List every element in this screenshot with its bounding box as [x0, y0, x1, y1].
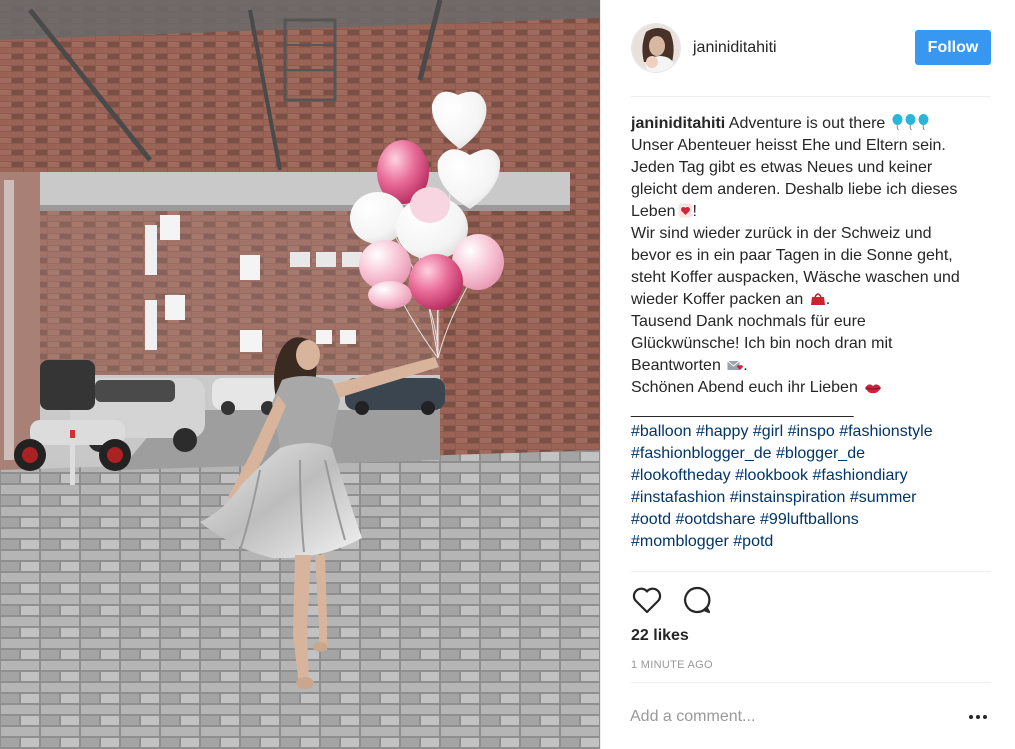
hashtag-link[interactable]: #balloon — [631, 423, 692, 440]
caption-text: steht Koffer auspacken, Wäsche waschen u… — [631, 269, 960, 286]
balloon-emoji-icon — [905, 114, 916, 130]
caption-text: Glückwünsche! Ich bin noch dran mit — [631, 335, 893, 352]
kiss-mark-emoji-icon — [865, 384, 882, 394]
caption: janiniditahiti Adventure is out there Un… — [631, 113, 993, 553]
heart-outline-icon — [632, 587, 662, 614]
caption-text: Wir sind wieder zurück in der Schweiz un… — [631, 225, 932, 242]
ellipsis-icon — [969, 715, 973, 719]
more-options-button[interactable] — [965, 705, 991, 729]
hashtag-link[interactable]: #momblogger — [631, 533, 729, 550]
hashtag-link[interactable]: #happy — [696, 423, 749, 440]
balloon-emoji-icon — [918, 114, 929, 130]
caption-text: Unser Abenteuer heisst Ehe und Eltern se… — [631, 137, 946, 154]
hashtag-link[interactable]: #fashiondiary — [813, 467, 908, 484]
caption-text: bevor es in ein paar Tagen in die Sonne … — [631, 247, 953, 264]
caption-text: Leben — [631, 203, 676, 220]
hashtag-link[interactable]: #summer — [850, 489, 917, 506]
like-button[interactable] — [631, 584, 663, 616]
header-divider — [631, 96, 991, 97]
post-header: janiniditahiti Follow — [631, 22, 991, 74]
hashtag-link[interactable]: #instafashion — [631, 489, 725, 506]
caption-divider — [631, 571, 991, 572]
comment-input[interactable] — [630, 705, 950, 729]
caption-text: Jeden Tag gibt es etwas Neues und keiner — [631, 159, 933, 176]
avatar[interactable] — [631, 23, 681, 73]
comment-divider — [631, 682, 991, 683]
caption-text: wieder Koffer packen an — [631, 291, 804, 308]
caption-text: . — [825, 291, 831, 308]
hashtag-link[interactable]: #99luftballons — [760, 511, 859, 528]
love-letter-emoji-icon — [727, 360, 744, 370]
caption-text: Beantworten — [631, 357, 721, 374]
follow-button[interactable]: Follow — [915, 30, 991, 65]
hashtag-link[interactable]: #inspo — [788, 423, 835, 440]
ellipsis-icon — [983, 715, 987, 719]
post-details-panel: janiniditahiti Follow janiniditahiti Adv… — [600, 0, 1015, 749]
caption-username[interactable]: janiniditahiti — [631, 115, 725, 132]
photo-scene — [0, 0, 600, 749]
post-actions — [631, 584, 731, 616]
caption-separator: _________________________ — [631, 401, 854, 418]
hashtag-link[interactable]: #girl — [753, 423, 783, 440]
post-author-username[interactable]: janiniditahiti — [693, 39, 777, 57]
caption-text: Schönen Abend euch ihr Lieben — [631, 379, 858, 396]
hashtag-link[interactable]: #ootdshare — [676, 511, 756, 528]
comment-button[interactable] — [681, 584, 713, 616]
caption-text: . — [743, 357, 748, 374]
caption-text: Tausend Dank nochmals für eure — [631, 313, 866, 330]
speech-bubble-icon — [684, 586, 711, 614]
balloon-emoji-icon — [892, 114, 903, 130]
hashtag-link[interactable]: #fashionblogger_de — [631, 445, 772, 462]
caption-text: Adventure is out there — [728, 115, 886, 132]
hashtag-link[interactable]: #blogger_de — [776, 445, 865, 462]
hashtag-link[interactable]: #ootd — [631, 511, 671, 528]
hashtag-link[interactable]: #potd — [733, 533, 773, 550]
ellipsis-icon — [976, 715, 980, 719]
hashtag-link[interactable]: #fashionstyle — [839, 423, 932, 440]
handbag-emoji-icon — [810, 293, 825, 305]
post-timestamp: 1 MINUTE AGO — [631, 659, 713, 671]
caption-text: ! — [692, 203, 697, 220]
likes-count[interactable]: 22 likes — [631, 627, 689, 645]
hashtag-link[interactable]: #instainspiration — [730, 489, 846, 506]
hashtag-link[interactable]: #lookbook — [735, 467, 808, 484]
hashtag-link[interactable]: #lookoftheday — [631, 467, 731, 484]
post-photo[interactable] — [0, 0, 600, 749]
caption-text: gleicht dem anderen. Deshalb liebe ich d… — [631, 181, 958, 198]
heart-emoji-icon — [678, 203, 692, 218]
